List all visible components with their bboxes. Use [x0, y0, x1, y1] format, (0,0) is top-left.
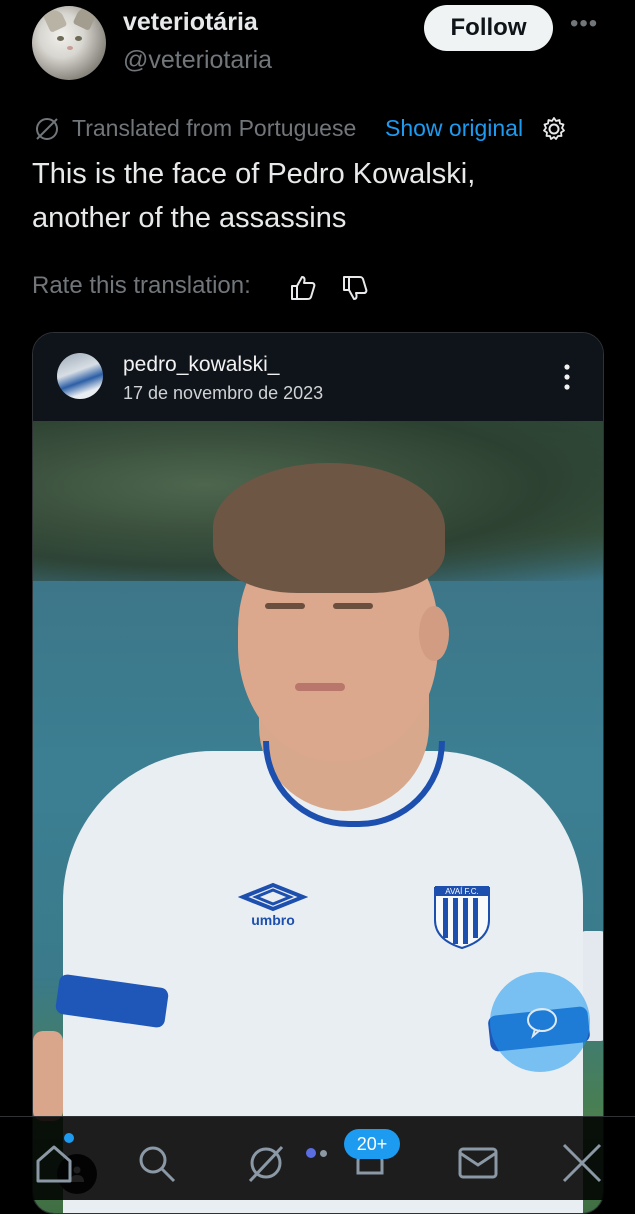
floating-compose-button[interactable] [490, 972, 590, 1072]
embed-avatar[interactable] [57, 353, 103, 399]
embedded-media-card[interactable]: pedro_kowalski_ 17 de novembro de 2023 u… [32, 332, 604, 1214]
follow-button[interactable]: Follow [424, 5, 553, 51]
page-indicator-dot-small [320, 1150, 327, 1157]
embed-username[interactable]: pedro_kowalski_ [123, 353, 279, 377]
page-indicator-dot [306, 1148, 316, 1158]
home-icon[interactable] [32, 1141, 76, 1185]
post-text: This is the face of Pedro Kowalski, anot… [32, 158, 476, 234]
umbro-wordmark: umbro [251, 912, 295, 928]
embed-header: pedro_kowalski_ 17 de novembro de 2023 [33, 333, 603, 421]
speech-bubble-icon [527, 1008, 557, 1039]
mail-icon[interactable] [456, 1141, 500, 1185]
author-avatar[interactable] [32, 6, 106, 80]
embed-photo[interactable]: umbro AVAÍ F.C. [33, 421, 603, 1213]
gear-icon[interactable] [540, 115, 568, 143]
grok-icon[interactable] [244, 1141, 288, 1185]
thumbs-down-icon[interactable] [340, 273, 370, 303]
more-options-icon[interactable]: ••• [570, 12, 602, 36]
club-crest: AVAÍ F.C. [434, 886, 490, 950]
kebab-menu-icon[interactable] [557, 361, 577, 393]
x-logo-icon[interactable] [560, 1141, 604, 1185]
show-original-link[interactable]: Show original [385, 115, 523, 142]
crest-text: AVAÍ F.C. [445, 887, 479, 896]
translated-from-label: Translated from Portuguese [72, 115, 357, 141]
search-icon[interactable] [134, 1141, 178, 1185]
thumbs-up-icon[interactable] [288, 273, 318, 303]
author-handle[interactable]: @veteriotaria [123, 46, 272, 75]
bottom-navigation-bar [0, 1116, 635, 1200]
rate-translation-label: Rate this translation: [32, 272, 251, 299]
umbro-logo: umbro [238, 882, 308, 928]
translate-globe-icon [36, 118, 58, 140]
embed-date: 17 de novembro de 2023 [123, 383, 324, 403]
notifications-badge: 20+ [344, 1129, 400, 1159]
author-display-name[interactable]: veteriotária [123, 8, 258, 37]
